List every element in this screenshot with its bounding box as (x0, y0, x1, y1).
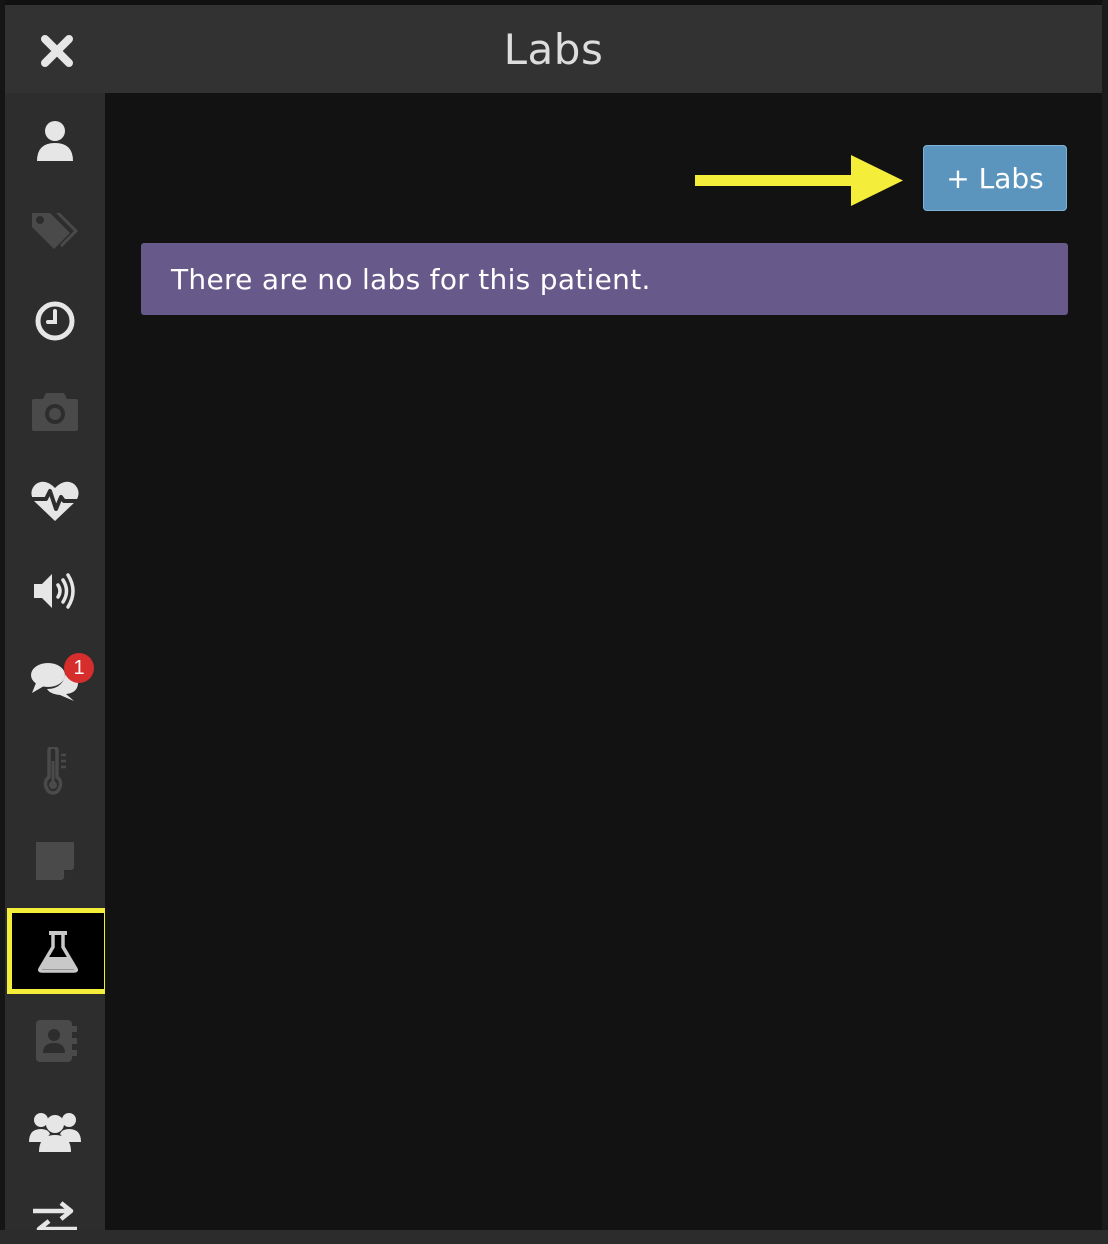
tags-icon (32, 213, 78, 249)
clock-icon (35, 301, 75, 341)
sidebar-item-photos[interactable] (5, 366, 105, 456)
users-icon (29, 1113, 81, 1152)
sidebar-item-audio[interactable] (5, 546, 105, 636)
sidebar-item-temperature[interactable] (5, 726, 105, 816)
exchange-icon (33, 1201, 77, 1230)
sidebar-item-team[interactable] (5, 1086, 105, 1176)
sidebar-item-history[interactable] (5, 276, 105, 366)
thermometer-icon (43, 747, 66, 795)
sidebar-item-vitals[interactable] (5, 456, 105, 546)
sidebar-item-messages[interactable]: 1 (5, 636, 105, 726)
sidebar-item-labs[interactable] (7, 908, 105, 994)
window-right-border (1102, 0, 1108, 1244)
sidebar-item-patient[interactable] (5, 96, 105, 186)
camera-icon (32, 393, 78, 431)
empty-state-message: There are no labs for this patient. (141, 243, 1068, 315)
user-icon (37, 121, 73, 161)
flask-icon (38, 931, 78, 973)
address-book-icon (36, 1020, 77, 1062)
sidebar-item-notes[interactable] (5, 816, 105, 906)
volume-icon (34, 573, 75, 609)
sidebar: 1 (5, 93, 105, 1230)
close-button[interactable] (37, 31, 77, 71)
add-labs-button[interactable]: + Labs (923, 145, 1067, 211)
unread-badge: 1 (64, 653, 94, 683)
main-panel: + Labs There are no labs for this patien… (105, 93, 1102, 1230)
sidebar-item-transfer[interactable] (5, 1176, 105, 1230)
app-window: Labs 1 + Labs There are no labs for this… (0, 0, 1108, 1244)
close-icon (41, 35, 73, 67)
sidebar-item-tags[interactable] (5, 186, 105, 276)
page-title: Labs (503, 24, 604, 74)
sticky-note-icon (36, 842, 74, 880)
sidebar-item-contacts[interactable] (5, 996, 105, 1086)
header-bar: Labs (5, 5, 1102, 93)
bottom-border (0, 1230, 1108, 1244)
arrow-annotation-icon (695, 155, 903, 206)
heartbeat-icon (31, 481, 79, 521)
